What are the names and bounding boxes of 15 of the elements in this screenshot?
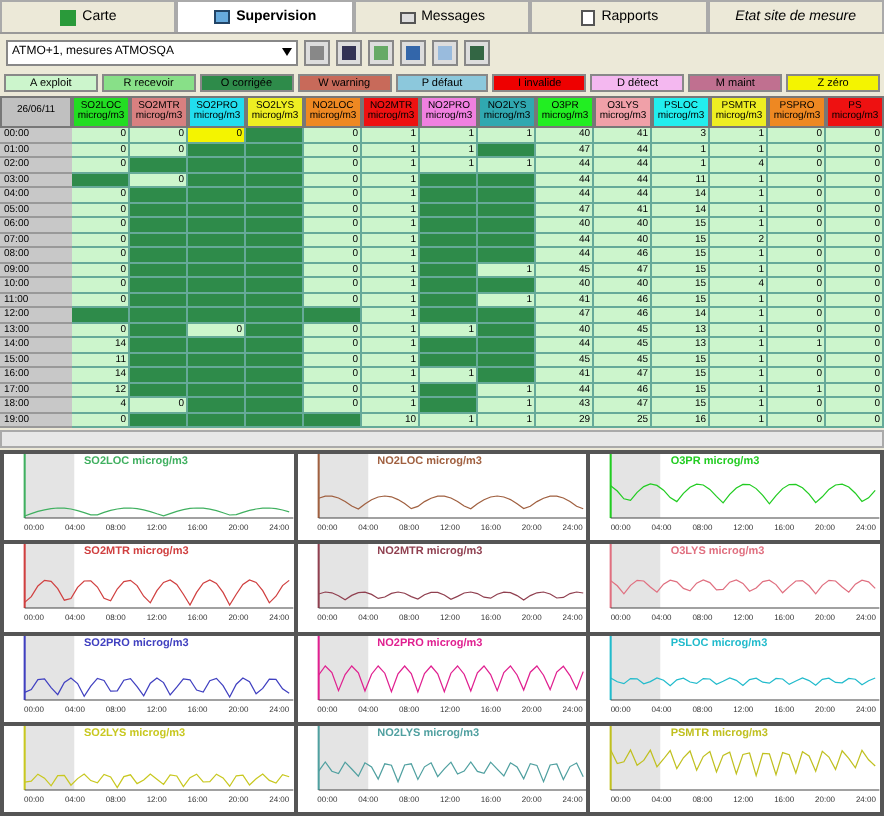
tool-icon <box>470 45 484 59</box>
tool-icon <box>406 45 420 59</box>
horizontal-scrollbar[interactable] <box>0 430 884 448</box>
caret-icon <box>282 48 292 56</box>
toolbar-button[interactable] <box>400 39 426 65</box>
envelope-icon <box>399 9 416 25</box>
monitor-icon <box>214 9 231 25</box>
tool-icon <box>438 45 452 59</box>
toolbar-button[interactable] <box>464 39 490 65</box>
tool-icon <box>342 45 356 59</box>
tool-icon <box>374 45 388 59</box>
document-icon <box>579 9 596 25</box>
map-icon <box>60 9 77 25</box>
tool-icon <box>310 45 324 59</box>
toolbar-button[interactable] <box>336 39 362 65</box>
